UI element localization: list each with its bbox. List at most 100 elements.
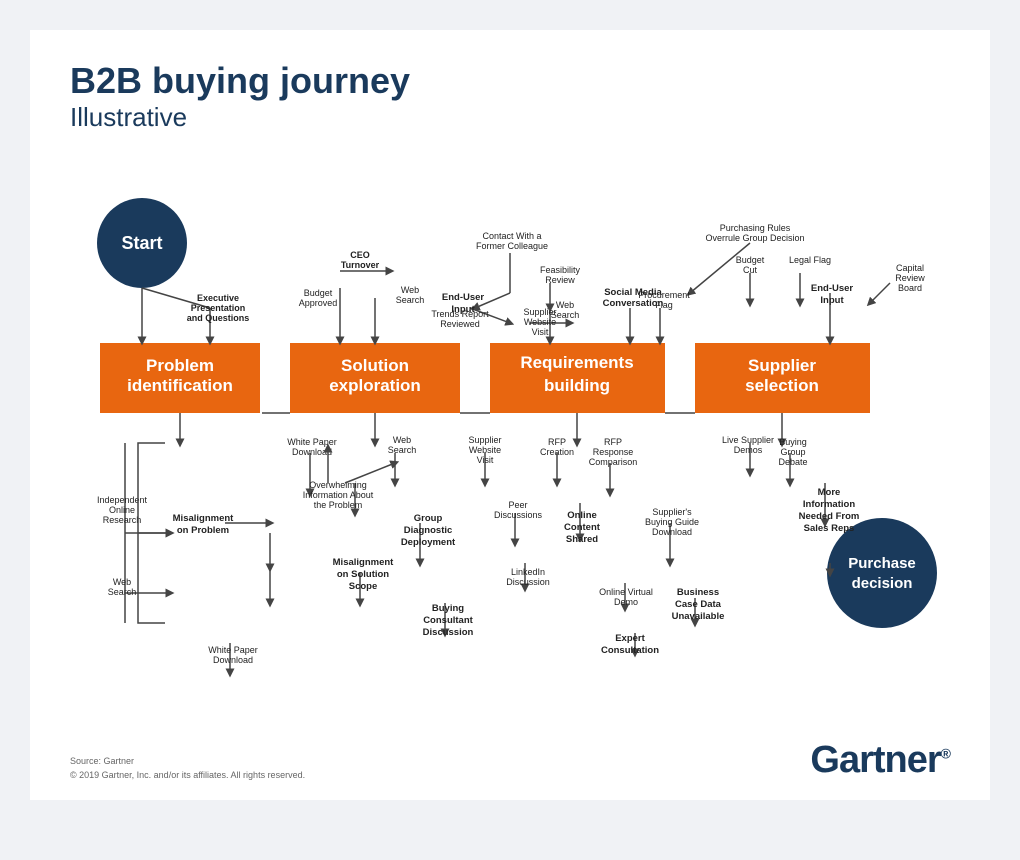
svg-text:Creation: Creation bbox=[540, 447, 574, 457]
svg-text:Input: Input bbox=[820, 295, 844, 306]
svg-text:Review: Review bbox=[895, 273, 925, 283]
svg-text:Executive: Executive bbox=[197, 293, 239, 303]
svg-text:Response: Response bbox=[593, 447, 634, 457]
diagram-svg: Problem identification Solution explorat… bbox=[70, 143, 950, 723]
svg-text:Web: Web bbox=[401, 285, 419, 295]
svg-text:Consultant: Consultant bbox=[423, 615, 473, 626]
svg-text:End-User: End-User bbox=[811, 283, 854, 294]
svg-text:Search: Search bbox=[551, 310, 580, 320]
svg-text:Needed From: Needed From bbox=[799, 511, 860, 522]
svg-text:Misalignment: Misalignment bbox=[173, 513, 235, 524]
svg-text:Demos: Demos bbox=[734, 445, 763, 455]
svg-text:Start: Start bbox=[121, 233, 162, 253]
svg-text:Board: Board bbox=[898, 283, 922, 293]
svg-text:Visit: Visit bbox=[477, 455, 494, 465]
svg-text:Discussions: Discussions bbox=[494, 510, 543, 520]
svg-text:Misalignment: Misalignment bbox=[333, 557, 395, 568]
svg-text:Demo: Demo bbox=[614, 597, 638, 607]
svg-text:Supplier: Supplier bbox=[523, 307, 556, 317]
svg-text:Buying Guide: Buying Guide bbox=[645, 517, 699, 527]
svg-text:Case Data: Case Data bbox=[675, 599, 722, 610]
svg-text:Web: Web bbox=[556, 300, 574, 310]
svg-text:Independent: Independent bbox=[97, 495, 148, 505]
svg-text:Budget: Budget bbox=[736, 255, 765, 265]
diagram: Problem identification Solution explorat… bbox=[70, 143, 950, 723]
svg-text:exploration: exploration bbox=[329, 376, 421, 395]
svg-text:decision: decision bbox=[852, 575, 913, 592]
svg-text:Purchasing Rules: Purchasing Rules bbox=[720, 223, 791, 233]
svg-text:Problem: Problem bbox=[146, 356, 214, 375]
svg-text:Online Virtual: Online Virtual bbox=[599, 587, 653, 597]
svg-text:Research: Research bbox=[103, 515, 142, 525]
footer: Source: Gartner © 2019 Gartner, Inc. and… bbox=[70, 739, 950, 782]
svg-text:Website: Website bbox=[524, 317, 556, 327]
svg-text:Budget: Budget bbox=[304, 288, 333, 298]
svg-text:Presentation: Presentation bbox=[191, 303, 246, 313]
svg-text:Supplier: Supplier bbox=[748, 356, 816, 375]
svg-text:LinkedIn: LinkedIn bbox=[511, 567, 545, 577]
svg-text:Procurement: Procurement bbox=[638, 290, 690, 300]
svg-text:Information About: Information About bbox=[303, 490, 374, 500]
svg-text:Legal Flag: Legal Flag bbox=[789, 255, 831, 265]
svg-text:White Paper: White Paper bbox=[287, 437, 337, 447]
svg-text:Content: Content bbox=[564, 522, 601, 533]
svg-text:Contact With a: Contact With a bbox=[482, 231, 541, 241]
svg-text:Download: Download bbox=[213, 655, 253, 665]
svg-text:Cut: Cut bbox=[743, 265, 758, 275]
svg-text:Web: Web bbox=[113, 577, 131, 587]
svg-text:Group: Group bbox=[780, 447, 805, 457]
svg-text:Website: Website bbox=[469, 445, 501, 455]
subtitle: Illustrative bbox=[70, 102, 950, 133]
svg-text:Search: Search bbox=[396, 295, 425, 305]
page: B2B buying journey Illustrative Problem … bbox=[30, 30, 990, 800]
svg-text:Comparison: Comparison bbox=[589, 457, 638, 467]
svg-text:Input: Input bbox=[451, 304, 475, 315]
svg-text:Visit: Visit bbox=[532, 327, 549, 337]
svg-text:Supplier: Supplier bbox=[468, 435, 501, 445]
svg-text:Consultation: Consultation bbox=[601, 645, 659, 656]
svg-text:Shared: Shared bbox=[566, 534, 598, 545]
svg-text:the Problem: the Problem bbox=[314, 500, 363, 510]
footer-source: Source: Gartner © 2019 Gartner, Inc. and… bbox=[70, 755, 305, 782]
svg-text:building: building bbox=[544, 376, 610, 395]
svg-text:Turnover: Turnover bbox=[341, 260, 380, 270]
svg-text:Requirements: Requirements bbox=[520, 353, 633, 372]
svg-text:Social Media: Social Media bbox=[604, 287, 662, 298]
svg-text:End-User: End-User bbox=[442, 292, 485, 303]
svg-text:CEO: CEO bbox=[350, 250, 370, 260]
svg-text:Download: Download bbox=[292, 447, 332, 457]
svg-text:on Problem: on Problem bbox=[177, 525, 229, 536]
svg-text:Online: Online bbox=[567, 510, 597, 521]
svg-text:Approved: Approved bbox=[299, 298, 338, 308]
svg-text:Review: Review bbox=[545, 275, 575, 285]
svg-text:Purchase: Purchase bbox=[848, 555, 916, 572]
svg-text:Solution: Solution bbox=[341, 356, 409, 375]
svg-text:Online: Online bbox=[109, 505, 135, 515]
svg-text:Search: Search bbox=[388, 445, 417, 455]
svg-text:on Solution: on Solution bbox=[337, 569, 389, 580]
svg-text:Conversation: Conversation bbox=[603, 298, 664, 309]
svg-text:Trends Report: Trends Report bbox=[431, 309, 489, 319]
svg-text:Scope: Scope bbox=[349, 581, 378, 592]
svg-text:Group: Group bbox=[414, 513, 443, 524]
svg-text:Former Colleague: Former Colleague bbox=[476, 241, 548, 251]
svg-text:RFP: RFP bbox=[604, 437, 622, 447]
svg-text:Sales Reps: Sales Reps bbox=[804, 523, 855, 534]
svg-text:Discussion: Discussion bbox=[506, 577, 550, 587]
svg-text:Capital: Capital bbox=[896, 263, 924, 273]
svg-text:White Paper: White Paper bbox=[208, 645, 258, 655]
svg-text:Information: Information bbox=[803, 499, 855, 510]
svg-text:Buying: Buying bbox=[432, 603, 464, 614]
svg-text:Search: Search bbox=[108, 587, 137, 597]
svg-text:Expert: Expert bbox=[615, 633, 645, 644]
svg-text:Unavailable: Unavailable bbox=[672, 611, 725, 622]
svg-text:Deployment: Deployment bbox=[401, 537, 456, 548]
svg-text:Feasibility: Feasibility bbox=[540, 265, 581, 275]
svg-text:Peer: Peer bbox=[508, 500, 527, 510]
svg-text:Buying: Buying bbox=[779, 437, 807, 447]
svg-text:Discussion: Discussion bbox=[423, 627, 474, 638]
svg-text:and Questions: and Questions bbox=[187, 313, 250, 323]
svg-text:More: More bbox=[818, 487, 841, 498]
svg-text:Supplier's: Supplier's bbox=[652, 507, 692, 517]
svg-text:Debate: Debate bbox=[778, 457, 807, 467]
